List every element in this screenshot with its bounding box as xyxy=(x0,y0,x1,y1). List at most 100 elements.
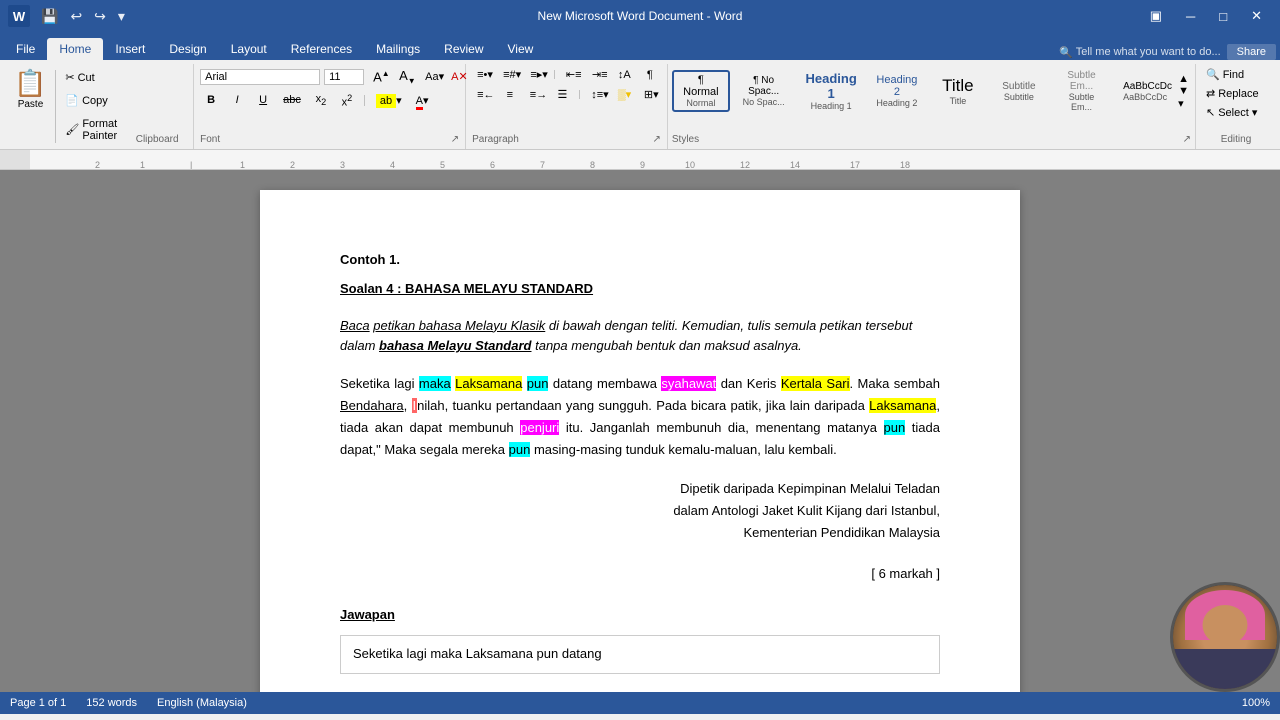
quick-access-toolbar: 💾 ↩ ↪ ▾ xyxy=(36,6,130,27)
document-page: Contoh 1. Soalan 4 : BAHASA MELAYU STAND… xyxy=(260,190,1020,692)
style-subtitle[interactable]: Subtitle Subtitle xyxy=(990,77,1048,106)
citation: Dipetik daripada Kepimpinan Melalui Tela… xyxy=(340,478,940,544)
borders-button[interactable]: ⊞▾ xyxy=(639,86,661,103)
styles-more-button[interactable]: ▾ xyxy=(1178,97,1189,110)
title-bar: W 💾 ↩ ↪ ▾ New Microsoft Word Document - … xyxy=(0,0,1280,32)
select-button[interactable]: ↖ Select ▾ xyxy=(1202,104,1270,121)
minimize-button[interactable]: ─ xyxy=(1176,5,1205,28)
change-case-button[interactable]: Aa▾ xyxy=(420,68,442,85)
share-button[interactable]: Share xyxy=(1227,44,1276,60)
font-name-select[interactable] xyxy=(200,69,320,85)
cut-button[interactable]: ✂ Cut xyxy=(61,69,121,86)
underline-button[interactable]: U xyxy=(252,92,274,108)
style-heading2[interactable]: Heading 2 Heading 2 xyxy=(868,70,926,112)
superscript-button[interactable]: x2 xyxy=(336,91,358,111)
tab-insert[interactable]: Insert xyxy=(103,38,157,60)
tab-review[interactable]: Review xyxy=(432,38,495,60)
tab-mailings[interactable]: Mailings xyxy=(364,38,432,60)
tab-references[interactable]: References xyxy=(279,38,364,60)
copy-button[interactable]: 📄 Copy xyxy=(61,92,121,109)
sort-button[interactable]: ↕A xyxy=(613,67,635,83)
ribbon-display-button[interactable]: ▣ xyxy=(1140,4,1172,28)
clear-formatting-button[interactable]: A✕ xyxy=(446,68,468,85)
increase-indent-button[interactable]: ⇥≡ xyxy=(587,66,609,83)
tab-home[interactable]: Home xyxy=(47,38,103,60)
para-row2: ≡← ≡ ≡→ ☰ ↕≡▾ ▒▾ ⊞▾ xyxy=(472,86,661,103)
paragraph-dialog-button[interactable]: ↗ xyxy=(653,134,661,145)
paste-button[interactable]: 📋 Paste xyxy=(8,66,53,147)
status-bar: Page 1 of 1 152 words English (Malaysia)… xyxy=(0,692,1280,714)
paragraph-group: ≡•▾ ≡#▾ ≡▸▾ ⇤≡ ⇥≡ ↕A ¶ ≡← ≡ ≡→ ☰ ↕≡▾ ▒▾ … xyxy=(466,64,668,149)
style-no-spacing[interactable]: ¶ No Spac... No Spac... xyxy=(733,71,794,111)
align-right-button[interactable]: ≡→ xyxy=(525,87,548,103)
shading-button[interactable]: ▒▾ xyxy=(613,86,635,103)
bullets-button[interactable]: ≡•▾ xyxy=(472,66,494,83)
clipboard-group: 📋 Paste ✂ Cut 📄 Copy 🖌 Format Painter Cl… xyxy=(4,64,194,149)
jawapan-label: Jawapan xyxy=(340,605,940,626)
multilevel-button[interactable]: ≡▸▾ xyxy=(525,66,548,83)
text-highlight-button[interactable]: ab▾ xyxy=(371,92,407,109)
word-icon: W xyxy=(8,5,30,27)
save-button[interactable]: 💾 xyxy=(36,6,63,27)
tab-layout[interactable]: Layout xyxy=(219,38,279,60)
replace-icon: ⇄ xyxy=(1206,87,1215,100)
styles-group: ¶ Normal Normal ¶ No Spac... No Spac... … xyxy=(668,64,1196,149)
styles-content: ¶ Normal Normal ¶ No Spac... No Spac... … xyxy=(672,66,1191,116)
line-spacing-button[interactable]: ↕≡▾ xyxy=(586,86,609,103)
style-more[interactable]: AaBbCcDc AaBbCcDc xyxy=(1115,77,1173,106)
zoom-level: 100% xyxy=(1242,697,1270,709)
align-center-button[interactable]: ≡ xyxy=(499,87,521,103)
answer-box[interactable]: Seketika lagi maka Laksamana pun datang xyxy=(340,635,940,674)
style-title[interactable]: Title Title xyxy=(929,72,987,110)
font-color-button[interactable]: A▾ xyxy=(411,92,434,109)
tab-view[interactable]: View xyxy=(496,38,546,60)
find-button[interactable]: 🔍 Find xyxy=(1202,66,1270,83)
increase-font-button[interactable]: A▲ xyxy=(368,67,390,86)
font-size-select[interactable] xyxy=(324,69,364,85)
search-bar[interactable]: 🔍 Tell me what you want to do... xyxy=(1059,46,1221,59)
decrease-indent-button[interactable]: ⇤≡ xyxy=(561,66,583,83)
clipboard-right: ✂ Cut 📄 Copy 🖌 Format Painter xyxy=(57,66,125,147)
redo-button[interactable]: ↪ xyxy=(89,6,111,27)
bold-button[interactable]: B xyxy=(200,92,222,108)
format-painter-button[interactable]: 🖌 Format Painter xyxy=(61,116,121,144)
app-title: New Microsoft Word Document - Word xyxy=(538,9,743,23)
undo-button[interactable]: ↩ xyxy=(65,6,87,27)
maximize-button[interactable]: □ xyxy=(1209,5,1237,28)
decrease-font-button[interactable]: A▼ xyxy=(394,66,416,88)
editing-content: 🔍 Find ⇄ Replace ↖ Select ▾ xyxy=(1202,66,1270,134)
replace-button[interactable]: ⇄ Replace xyxy=(1202,85,1270,102)
justify-button[interactable]: ☰ xyxy=(551,86,573,103)
align-left-button[interactable]: ≡← xyxy=(472,87,495,103)
find-icon: 🔍 xyxy=(1206,68,1220,81)
styles-scroll-down[interactable]: ▼ xyxy=(1178,85,1189,97)
italic-button[interactable]: I xyxy=(226,92,248,108)
webcam-overlay xyxy=(1170,582,1280,692)
style-heading1[interactable]: Heading 1 Heading 1 xyxy=(797,67,865,115)
search-icon: 🔍 xyxy=(1059,46,1073,59)
status-right: 100% xyxy=(1242,697,1270,709)
tab-design[interactable]: Design xyxy=(157,38,218,60)
font-dialog-button[interactable]: ↗ xyxy=(451,134,459,145)
clipboard-label: Clipboard xyxy=(125,134,189,147)
styles-scroll-up[interactable]: ▲ xyxy=(1178,73,1189,85)
document-area: Contoh 1. Soalan 4 : BAHASA MELAYU STAND… xyxy=(0,170,1280,692)
scissors-icon: ✂ xyxy=(65,71,74,84)
strikethrough-button[interactable]: abc xyxy=(278,92,306,108)
tab-file[interactable]: File xyxy=(4,38,47,60)
page-info: Page 1 of 1 xyxy=(10,697,66,709)
style-subtle-emphasis[interactable]: Subtle Em... Subtle Em... xyxy=(1051,66,1112,116)
show-marks-button[interactable]: ¶ xyxy=(639,67,661,83)
font-label: Font xyxy=(200,134,220,145)
subscript-button[interactable]: x2 xyxy=(310,91,332,109)
select-icon: ↖ xyxy=(1206,106,1215,119)
numbering-button[interactable]: ≡#▾ xyxy=(498,66,521,83)
marks: [ 6 markah ] xyxy=(340,564,940,585)
styles-dialog-button[interactable]: ↗ xyxy=(1183,134,1191,145)
style-normal[interactable]: ¶ Normal Normal xyxy=(672,70,730,112)
close-button[interactable]: ✕ xyxy=(1241,4,1272,28)
language-status[interactable]: English (Malaysia) xyxy=(157,697,247,709)
customize-button[interactable]: ▾ xyxy=(113,6,130,27)
para-sep2 xyxy=(579,90,580,99)
doc-instruction: Baca petikan bahasa Melayu Klasik di baw… xyxy=(340,316,940,358)
